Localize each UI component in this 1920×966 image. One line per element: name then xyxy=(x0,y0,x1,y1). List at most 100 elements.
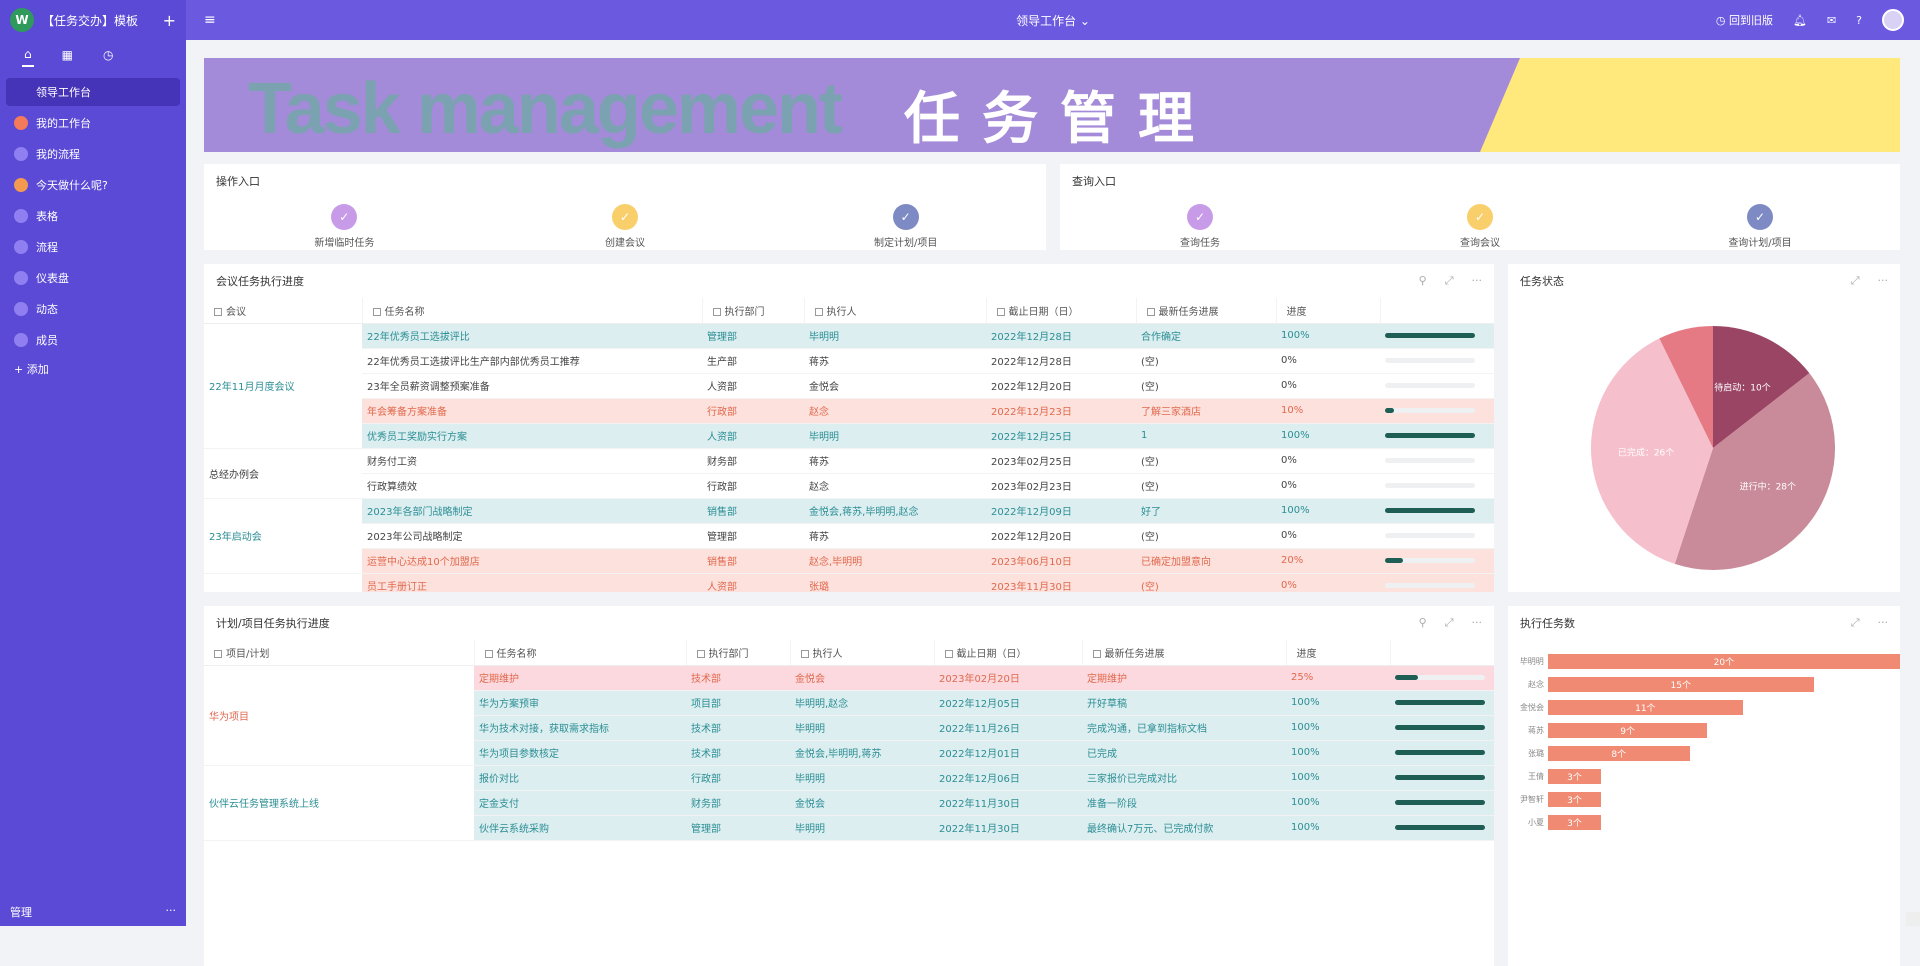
column-header[interactable]: 最新任务进展 xyxy=(1082,640,1286,665)
sidebar-item-4[interactable]: 表格 xyxy=(6,202,180,230)
table-row[interactable]: 华为项目定期维护技术部金悦会2023年02月20日定期维护25% xyxy=(204,665,1494,690)
column-header[interactable]: 会议 xyxy=(204,298,362,323)
query-entry-1[interactable]: ✓查询会议 xyxy=(1390,204,1570,249)
bar-2[interactable]: 11个 xyxy=(1548,700,1743,715)
bar-5[interactable]: 3个 xyxy=(1548,769,1601,784)
column-header[interactable]: 执行部门 xyxy=(702,298,804,323)
column-header[interactable] xyxy=(1380,298,1494,323)
sidebar: W 【任务交办】模板 + ⌂ ▦ ◷ 领导工作台我的工作台我的流程今天做什么呢?… xyxy=(0,0,186,926)
expand-icon[interactable]: ⤢ xyxy=(1851,274,1860,288)
pie-label-0: 待启动：10个 xyxy=(1714,382,1770,394)
table-cell: 2023年02月25日 xyxy=(986,448,1136,473)
column-header-label: 执行部门 xyxy=(725,307,765,318)
column-header[interactable]: 任务名称 xyxy=(362,298,702,323)
table-cell: 华为方案预审 xyxy=(474,690,686,715)
grid-tab-icon[interactable]: ▦ xyxy=(60,44,75,66)
help-icon[interactable]: ? xyxy=(1856,14,1862,27)
history-tab-icon[interactable]: ◷ xyxy=(101,44,115,66)
table-cell: 2022年12月09日 xyxy=(986,498,1136,523)
ops-entry-0[interactable]: ✓新增临时任务 xyxy=(254,204,434,249)
bar-7[interactable]: 3个 xyxy=(1548,815,1601,830)
table-cell: (空) xyxy=(1136,448,1276,473)
more-icon[interactable]: ··· xyxy=(1472,616,1483,630)
sidebar-item-8[interactable]: 成员 xyxy=(6,326,180,354)
sidebar-item-1[interactable]: 我的工作台 xyxy=(6,109,180,137)
progress-cell xyxy=(1380,498,1494,523)
mail-icon[interactable]: ✉ xyxy=(1827,14,1836,27)
progress-fill xyxy=(1395,750,1485,755)
ops-entry-2[interactable]: ✓制定计划/项目 xyxy=(816,204,996,249)
more-icon[interactable]: ··· xyxy=(1878,616,1889,630)
table-cell: 华为项目参数核定 xyxy=(474,740,686,765)
scrollbar-corner[interactable] xyxy=(1906,912,1920,926)
menu-icon[interactable]: ≡ xyxy=(204,12,216,28)
banner: Task management 任务管理 xyxy=(204,58,1900,152)
column-header[interactable]: 进度 xyxy=(1286,640,1390,665)
page-title[interactable]: 领导工作台 ⌄ xyxy=(1016,12,1090,29)
avatar[interactable] xyxy=(1882,9,1904,31)
progress-bar xyxy=(1385,533,1475,538)
table-row[interactable]: 运营中心达成10个加盟店销售部赵念,毕明明2023年06月10日已确定加盟意向2… xyxy=(204,548,1494,573)
table-cell: 100% xyxy=(1286,690,1390,715)
app-title[interactable]: 【任务交办】模板 xyxy=(42,12,138,29)
table-row[interactable]: 22年优秀员工选拔评比生产部内部优秀员工推荐生产部蒋苏2022年12月28日(空… xyxy=(204,348,1494,373)
table-row[interactable]: 伙伴云任务管理系统上线报价对比行政部毕明明2022年12月06日三家报价已完成对… xyxy=(204,765,1494,790)
bar-4[interactable]: 8个 xyxy=(1548,746,1690,761)
bar-3[interactable]: 9个 xyxy=(1548,723,1707,738)
sidebar-item-7[interactable]: 动态 xyxy=(6,295,180,323)
table-row[interactable]: 2023年公司战略制定管理部蒋苏2022年12月20日(空)0% xyxy=(204,523,1494,548)
expand-icon[interactable]: ⤢ xyxy=(1445,616,1454,630)
plan-card: 计划/项目任务执行进度 ⚲⤢··· 项目/计划任务名称执行部门执行人截止日期（日… xyxy=(204,606,1494,966)
column-header[interactable]: 执行部门 xyxy=(686,640,790,665)
expand-icon[interactable]: ⤢ xyxy=(1851,616,1860,630)
column-header[interactable]: 截止日期（日） xyxy=(986,298,1136,323)
table-row[interactable]: 年会筹备方案准备行政部赵念2022年12月23日了解三家酒店10% xyxy=(204,398,1494,423)
progress-bar xyxy=(1385,358,1475,363)
table-row[interactable]: 23年启动会2023年各部门战略制定销售部金悦会,蒋苏,毕明明,赵念2022年1… xyxy=(204,498,1494,523)
query-entry-2[interactable]: ✓查询计划/项目 xyxy=(1670,204,1850,249)
table-cell: 100% xyxy=(1276,323,1380,348)
bar-row: 蒋苏9个 xyxy=(1508,719,1900,742)
sidebar-item-3[interactable]: 今天做什么呢? xyxy=(6,171,180,199)
expand-icon[interactable]: ⤢ xyxy=(1445,274,1454,288)
filter-icon[interactable]: ⚲ xyxy=(1419,616,1427,630)
ops-entry-1[interactable]: ✓创建会议 xyxy=(535,204,715,249)
column-header[interactable]: 执行人 xyxy=(790,640,934,665)
table-row[interactable]: 行政算绩效行政部赵念2023年02月23日(空)0% xyxy=(204,473,1494,498)
bar-6[interactable]: 3个 xyxy=(1548,792,1601,807)
column-header[interactable]: 截止日期（日） xyxy=(934,640,1082,665)
progress-cell xyxy=(1380,573,1494,592)
table-row[interactable]: 总经办例会财务付工资财务部蒋苏2023年02月25日(空)0% xyxy=(204,448,1494,473)
more-icon[interactable]: ··· xyxy=(166,904,177,920)
column-header[interactable]: 执行人 xyxy=(804,298,986,323)
add-app-button[interactable]: + xyxy=(163,11,176,30)
manage-button[interactable]: 管理 xyxy=(10,904,32,920)
column-header[interactable] xyxy=(1390,640,1494,665)
banner-yellow-block xyxy=(1480,58,1900,152)
bar-1[interactable]: 15个 xyxy=(1548,677,1814,692)
column-header[interactable]: 进度 xyxy=(1276,298,1380,323)
query-entry-0[interactable]: ✓查询任务 xyxy=(1110,204,1290,249)
add-item-button[interactable]: + 添加 xyxy=(0,357,186,381)
table-row[interactable]: 23年培训事业部目标员工手册订正人资部张璐2023年11月30日(空)0% xyxy=(204,573,1494,592)
progress-bar xyxy=(1395,800,1485,805)
sidebar-item-2[interactable]: 我的流程 xyxy=(6,140,180,168)
sidebar-item-0[interactable]: 领导工作台 xyxy=(6,78,180,106)
table-row[interactable]: 优秀员工奖励实行方案人资部毕明明2022年12月25日1100% xyxy=(204,423,1494,448)
bell-icon[interactable]: 🔔︎ xyxy=(1793,14,1807,27)
table-row[interactable]: 23年全员薪资调整预案准备人资部金悦会2022年12月20日(空)0% xyxy=(204,373,1494,398)
filter-icon[interactable]: ⚲ xyxy=(1419,274,1427,288)
back-old-version-link[interactable]: ◷ 回到旧版 xyxy=(1716,12,1773,28)
sidebar-item-6[interactable]: 仪表盘 xyxy=(6,264,180,292)
progress-cell xyxy=(1380,523,1494,548)
column-header[interactable]: 最新任务进展 xyxy=(1136,298,1276,323)
sidebar-item-5[interactable]: 流程 xyxy=(6,233,180,261)
bar-0[interactable]: 20个 xyxy=(1548,654,1900,669)
home-tab-icon[interactable]: ⌂ xyxy=(22,43,34,67)
more-icon[interactable]: ··· xyxy=(1472,274,1483,288)
column-header[interactable]: 项目/计划 xyxy=(204,640,474,665)
table-cell: 技术部 xyxy=(686,665,790,690)
more-icon[interactable]: ··· xyxy=(1878,274,1889,288)
table-row[interactable]: 22年11月月度会议22年优秀员工选拔评比管理部毕明明2022年12月28日合作… xyxy=(204,323,1494,348)
column-header[interactable]: 任务名称 xyxy=(474,640,686,665)
